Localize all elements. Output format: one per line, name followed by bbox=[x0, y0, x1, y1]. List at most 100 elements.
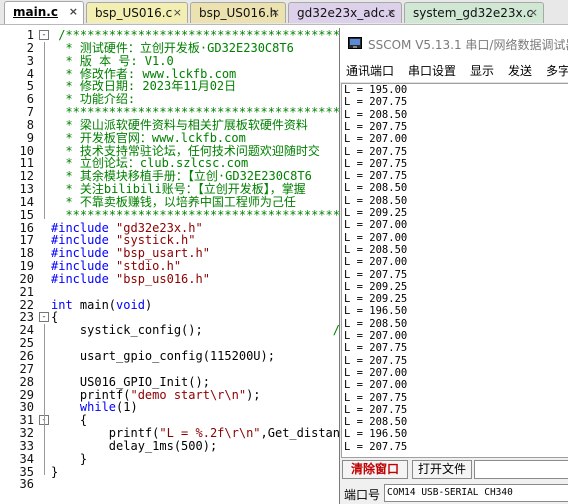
tab-label: bsp_US016.h bbox=[199, 6, 278, 20]
code-token: "bsp_us016.h" bbox=[116, 271, 210, 286]
line-number: 34 bbox=[19, 451, 34, 466]
menu-send[interactable]: 发送 bbox=[508, 62, 532, 79]
line-number: 13 bbox=[19, 182, 34, 197]
fold-guide-line bbox=[44, 41, 45, 219]
code-text: printf("demo start\r\n"); bbox=[51, 389, 261, 401]
line-number: 5 bbox=[26, 79, 34, 94]
output-line: L = 195.00 bbox=[344, 84, 408, 96]
code-token: (1) bbox=[116, 400, 138, 415]
line-number: 2 bbox=[26, 40, 34, 55]
line-number: 31 bbox=[19, 413, 34, 428]
output-line: L = 207.00 bbox=[344, 330, 408, 342]
line-number: 32 bbox=[19, 426, 34, 441]
code-text: { bbox=[51, 311, 58, 323]
code-text: * 版 本 号: V1.0 bbox=[51, 55, 173, 67]
title-bar[interactable]: SSCOM V5.13.1 串口/网络数据调试器 bbox=[340, 28, 568, 58]
code-text: int main(void) bbox=[51, 299, 152, 311]
code-text: #include "systick.h" bbox=[51, 234, 196, 246]
fold-toggle-icon[interactable]: - bbox=[39, 312, 49, 323]
code-text: #include "bsp_usart.h" bbox=[51, 247, 210, 259]
code-text: * 修改作者: www.lckfb.com bbox=[51, 68, 236, 80]
code-text: #include "stdio.h" bbox=[51, 260, 181, 272]
line-number: 15 bbox=[19, 207, 34, 222]
action-button-row: 清除窗口 打开文件 bbox=[340, 460, 568, 480]
tab-file[interactable]: main.c × bbox=[4, 1, 84, 24]
output-line: L = 207.75 bbox=[344, 268, 408, 281]
code-text: { bbox=[51, 414, 87, 426]
tab-file[interactable]: system_gd32e23x.c × bbox=[404, 2, 544, 23]
line-number: 22 bbox=[19, 297, 34, 312]
output-line: L = 207.00 bbox=[344, 379, 408, 392]
code-text: * 不靠卖板赚钱，以培养中国工程师为己任 bbox=[51, 196, 295, 208]
code-text: #include "gd32e23x.h" bbox=[51, 222, 203, 234]
port-select[interactable]: COM14 USB-SERIAL CH340 bbox=[384, 484, 568, 502]
tab-label: gd32e23x_adc.c bbox=[297, 6, 396, 20]
fold-toggle-icon[interactable]: - bbox=[39, 30, 49, 40]
code-token: ) bbox=[144, 297, 153, 312]
tab-label: system_gd32e23x.c bbox=[413, 6, 534, 20]
close-icon[interactable]: × bbox=[69, 2, 78, 22]
close-icon[interactable]: × bbox=[387, 3, 396, 23]
code-text: } bbox=[51, 453, 87, 465]
line-number: 18 bbox=[19, 246, 34, 261]
line-number: 14 bbox=[19, 194, 34, 209]
code-text: #include "bsp_us016.h" bbox=[51, 273, 210, 285]
output-line: L = 207.75 bbox=[344, 391, 408, 404]
close-icon[interactable]: × bbox=[529, 3, 538, 23]
line-number: 35 bbox=[19, 464, 34, 479]
output-line: L = 207.75 bbox=[344, 440, 408, 453]
line-number: 33 bbox=[19, 438, 34, 453]
menu-multi-string[interactable]: 多字 bbox=[546, 62, 568, 79]
line-number: 10 bbox=[19, 143, 34, 158]
line-number: 17 bbox=[19, 233, 34, 248]
output-line: L = 209.25 bbox=[344, 280, 408, 293]
menu-serial-settings[interactable]: 串口设置 bbox=[408, 62, 456, 79]
tab-file[interactable]: bsp_US016.h × bbox=[190, 2, 286, 23]
output-line: L = 207.75 bbox=[344, 120, 408, 133]
output-line: L = 207.75 bbox=[344, 342, 408, 355]
close-icon[interactable]: × bbox=[173, 3, 182, 23]
code-text: * 修改日期: 2023年11月02日 bbox=[51, 80, 236, 92]
code-text: * 开发板官网：www.lckfb.com bbox=[51, 132, 245, 144]
code-token: usart_gpio_config(115200U); bbox=[51, 349, 275, 363]
line-number: 29 bbox=[19, 387, 34, 402]
output-line: L = 207.75 bbox=[344, 170, 408, 183]
code-text: printf("L = %.2f\r\n",Get_distanc bbox=[51, 427, 347, 439]
code-text: * 立创论坛：club.szlcsc.com bbox=[51, 157, 248, 169]
line-number: 20 bbox=[19, 271, 34, 286]
receive-output-area[interactable]: L = 195.00 L = 207.75 L = 208.50 L = 207.75… bbox=[341, 83, 568, 458]
clear-window-button[interactable]: 清除窗口 bbox=[342, 460, 408, 479]
port-label: 端口号 bbox=[344, 488, 381, 502]
code-text: } bbox=[51, 466, 58, 478]
menu-comm-port[interactable]: 通讯端口 bbox=[346, 62, 394, 79]
output-line: L = 207.00 bbox=[344, 219, 408, 232]
code-text: delay_1ms(500); bbox=[51, 440, 217, 452]
tab-file[interactable]: bsp_US016.c × bbox=[86, 2, 188, 23]
output-line: L = 207.00 bbox=[344, 366, 408, 379]
menu-display[interactable]: 显示 bbox=[470, 62, 494, 79]
line-number: 21 bbox=[19, 284, 34, 299]
line-number: 9 bbox=[26, 130, 34, 145]
code-token: main( bbox=[72, 297, 117, 312]
line-number: 7 bbox=[26, 105, 34, 120]
line-number: 11 bbox=[19, 156, 34, 171]
fold-guide-line bbox=[44, 427, 45, 463]
tab-file[interactable]: gd32e23x_adc.c × bbox=[288, 2, 402, 23]
tab-label: bsp_US016.c bbox=[95, 6, 173, 20]
line-number: 3 bbox=[26, 53, 34, 68]
output-line: L = 209.25 bbox=[344, 207, 408, 219]
output-line: L = 207.75 bbox=[344, 354, 408, 367]
code-token: } bbox=[51, 464, 59, 479]
line-number: 4 bbox=[26, 66, 34, 81]
line-number: 23 bbox=[19, 310, 34, 325]
line-number: 26 bbox=[19, 349, 34, 363]
open-file-button[interactable]: 打开文件 bbox=[412, 460, 472, 479]
file-path-input[interactable] bbox=[474, 460, 568, 479]
line-number: 27 bbox=[19, 361, 34, 376]
line-number: 36 bbox=[19, 477, 34, 492]
code-text: * 其余模块移植手册：【立创·GD32E230C8T6 bbox=[51, 170, 311, 182]
code-text: while(1) bbox=[51, 401, 138, 413]
close-icon[interactable]: × bbox=[271, 3, 280, 23]
code-token: systick_config(); bbox=[51, 323, 203, 338]
code-token: "demo start\r\n" bbox=[130, 387, 247, 402]
